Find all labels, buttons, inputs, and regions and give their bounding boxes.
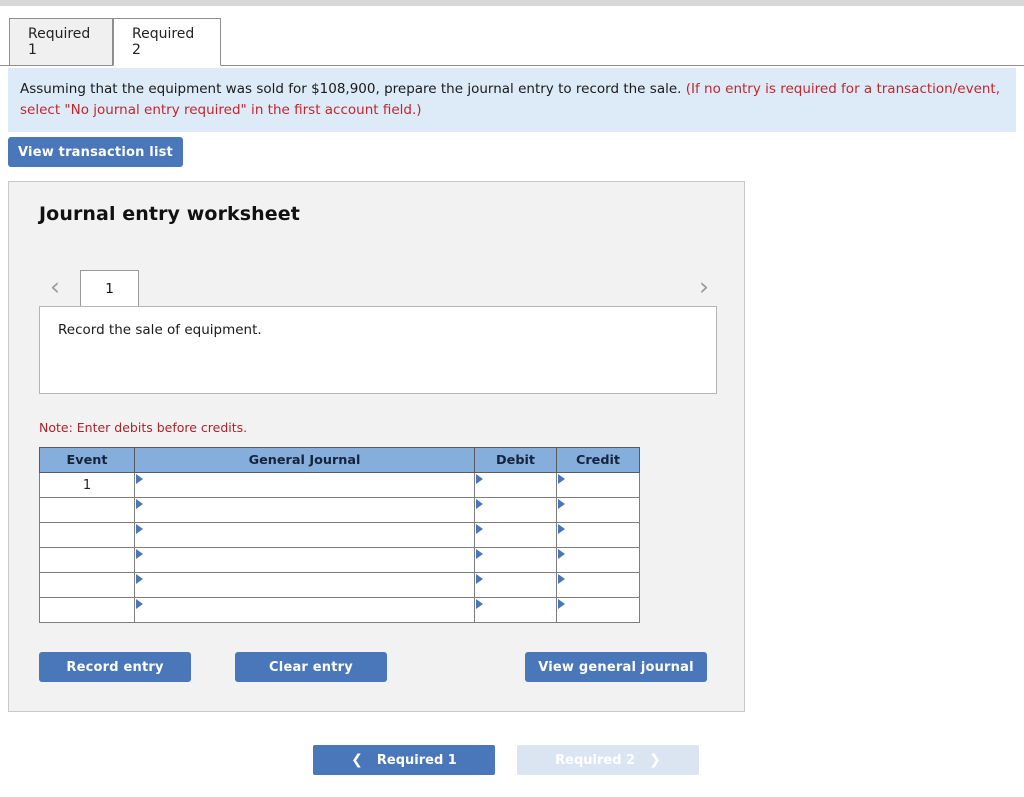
tab-required-2-label: Required 2 (132, 26, 195, 58)
tab-required-2[interactable]: Required 2 (113, 18, 221, 66)
cell-credit[interactable] (556, 472, 640, 498)
journal-entry-worksheet-panel: Journal entry worksheet ‹ 1 › Record the… (8, 181, 745, 712)
tab-required-1[interactable]: Required 1 (9, 18, 113, 66)
cell-debit[interactable] (474, 472, 557, 498)
clear-entry-button[interactable]: Clear entry (235, 652, 387, 682)
top-gray-strip (0, 0, 1024, 6)
cell-debit[interactable] (474, 572, 557, 598)
column-header-debit: Debit (474, 447, 557, 473)
cell-general-journal[interactable] (134, 522, 475, 548)
view-transaction-list-button[interactable]: View transaction list (8, 137, 183, 167)
table-row (39, 497, 640, 523)
cell-event[interactable] (39, 572, 135, 598)
table-row: 1 (39, 472, 640, 498)
instruction-banner: Assuming that the equipment was sold for… (8, 68, 1016, 133)
worksheet-title: Journal entry worksheet (39, 203, 300, 225)
entry-pager: ‹ 1 › (39, 270, 717, 306)
cell-general-journal[interactable] (134, 597, 475, 623)
record-entry-button[interactable]: Record entry (39, 652, 191, 682)
cell-debit[interactable] (474, 497, 557, 523)
nav-required-1-label: Required 1 (376, 752, 457, 768)
table-row (39, 572, 640, 598)
cell-event[interactable] (39, 547, 135, 573)
required-tabs: Required 1 Required 2 (0, 9, 1024, 66)
table-row (39, 597, 640, 623)
chevron-right-icon[interactable]: › (691, 270, 717, 304)
cell-debit[interactable] (474, 547, 557, 573)
cell-general-journal[interactable] (134, 472, 475, 498)
column-header-general-journal: General Journal (134, 447, 475, 473)
nav-required-1-button[interactable]: ❮ Required 1 (313, 745, 495, 775)
entry-tab-1-label: 1 (105, 280, 114, 297)
view-general-journal-button[interactable]: View general journal (525, 652, 707, 682)
chevron-left-icon: ❮ (351, 752, 363, 768)
cell-event: 1 (39, 472, 135, 498)
cell-credit[interactable] (556, 597, 640, 623)
chevron-right-icon: ❯ (649, 752, 661, 768)
debits-before-credits-note: Note: Enter debits before credits. (39, 420, 248, 435)
cell-credit[interactable] (556, 497, 640, 523)
cell-general-journal[interactable] (134, 572, 475, 598)
cell-general-journal[interactable] (134, 547, 475, 573)
cell-credit[interactable] (556, 547, 640, 573)
entry-tab-1[interactable]: 1 (80, 270, 139, 306)
cell-debit[interactable] (474, 597, 557, 623)
instruction-text-primary: Assuming that the equipment was sold for… (20, 81, 686, 97)
cell-credit[interactable] (556, 522, 640, 548)
chevron-left-icon[interactable]: ‹ (42, 270, 68, 304)
column-header-credit: Credit (556, 447, 640, 473)
table-row (39, 522, 640, 548)
column-header-event: Event (39, 447, 135, 473)
cell-event[interactable] (39, 522, 135, 548)
cell-credit[interactable] (556, 572, 640, 598)
bottom-navigation: ❮ Required 1 Required 2 ❯ (0, 745, 1024, 777)
tab-required-1-label: Required 1 (28, 26, 91, 58)
table-header-row: Event General Journal Debit Credit (39, 447, 640, 473)
transaction-description-box: Record the sale of equipment. (39, 306, 717, 394)
cell-general-journal[interactable] (134, 497, 475, 523)
nav-required-2-button: Required 2 ❯ (517, 745, 699, 775)
transaction-description-text: Record the sale of equipment. (58, 322, 262, 338)
table-row (39, 547, 640, 573)
cell-event[interactable] (39, 597, 135, 623)
cell-debit[interactable] (474, 522, 557, 548)
cell-event[interactable] (39, 497, 135, 523)
nav-required-2-label: Required 2 (555, 752, 636, 768)
journal-entry-table: Event General Journal Debit Credit 1 (39, 447, 640, 623)
